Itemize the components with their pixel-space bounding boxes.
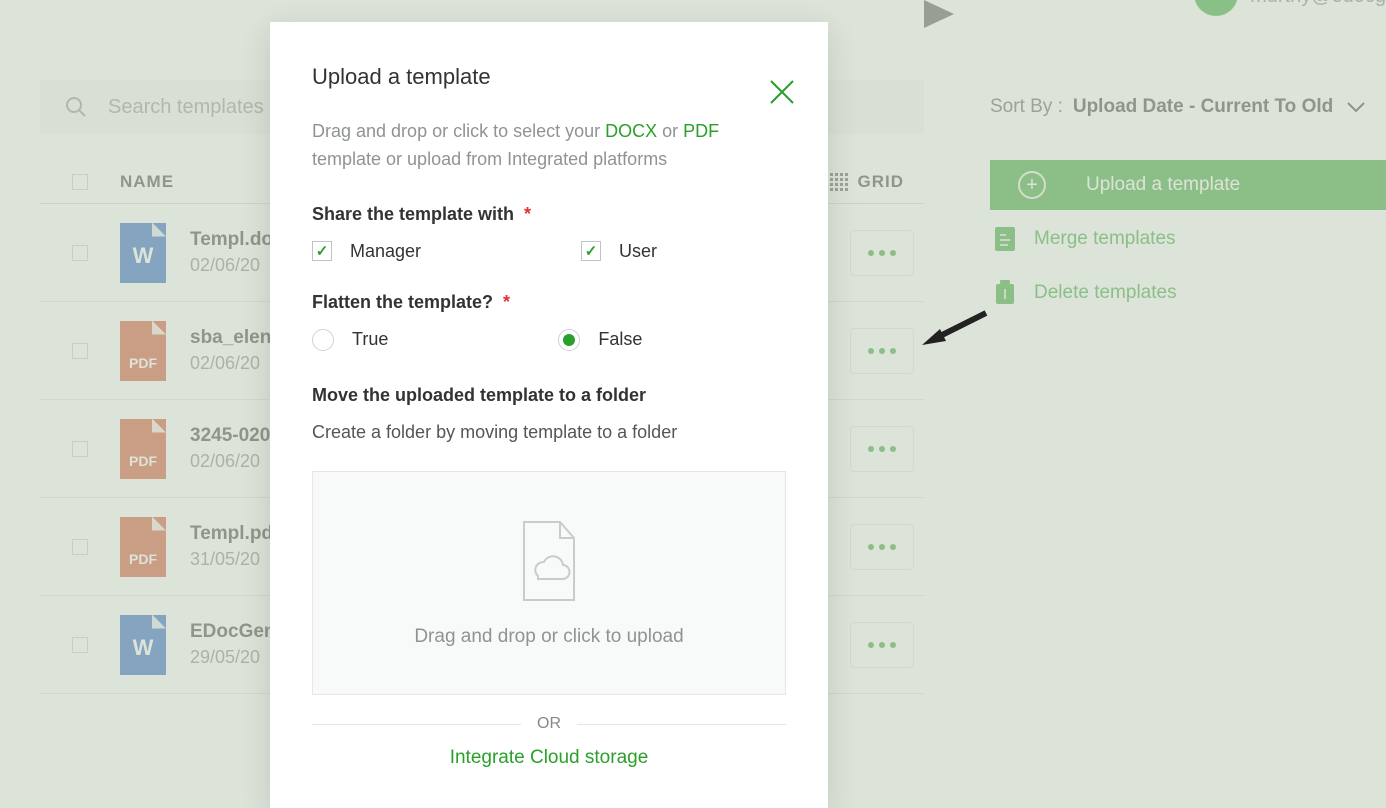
docx-link[interactable]: DOCX [605, 121, 657, 141]
annotation-arrow-icon [920, 309, 990, 345]
share-label: Share the template with* [312, 204, 786, 225]
folder-note: Create a folder by moving template to a … [312, 422, 786, 443]
dropzone-text: Drag and drop or click to upload [414, 626, 683, 648]
pdf-link[interactable]: PDF [683, 121, 719, 141]
radio-flatten-true[interactable] [312, 329, 334, 351]
folder-label: Move the uploaded template to a folder [312, 385, 786, 406]
checkbox-manager[interactable] [312, 241, 332, 261]
file-cloud-icon [514, 518, 584, 606]
upload-template-modal: Upload a template Drag and drop or click… [270, 22, 828, 808]
integrate-cloud-link[interactable]: Integrate Cloud storage [312, 747, 786, 769]
radio-flatten-false[interactable] [558, 329, 580, 351]
flatten-label: Flatten the template?* [312, 292, 786, 313]
or-divider: OR [312, 715, 786, 733]
checkbox-user[interactable] [581, 241, 601, 261]
modal-subtitle: Drag and drop or click to select your DO… [312, 118, 786, 174]
upload-dropzone[interactable]: Drag and drop or click to upload [312, 471, 786, 695]
close-icon[interactable] [768, 78, 796, 106]
modal-title: Upload a template [312, 64, 786, 90]
